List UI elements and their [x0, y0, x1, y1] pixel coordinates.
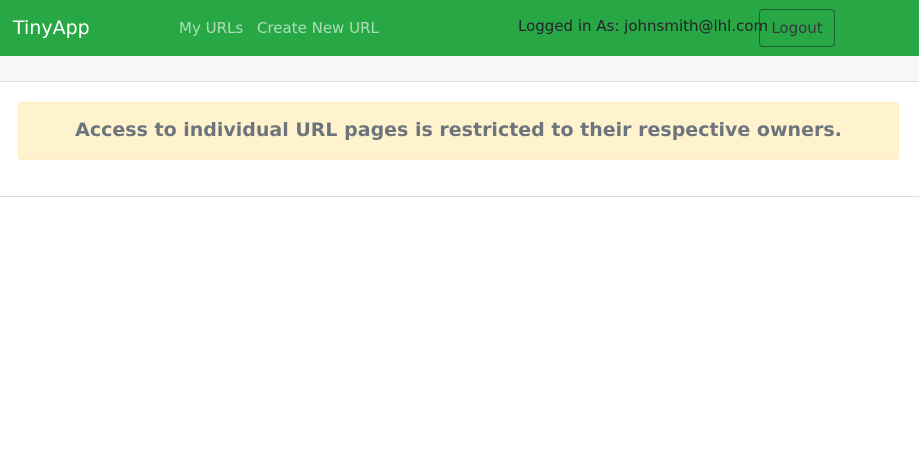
access-restricted-alert: Access to individual URL pages is restri…: [18, 102, 899, 160]
nav-link-my-urls[interactable]: My URLs: [179, 18, 243, 38]
brand-link[interactable]: TinyApp: [13, 15, 90, 41]
divider: [0, 196, 919, 197]
alert-message: Access to individual URL pages is restri…: [75, 119, 842, 141]
logout-button[interactable]: Logout: [759, 9, 835, 47]
top-navbar: TinyApp My URLs Create New URL Logged in…: [0, 0, 919, 56]
subheader-bar: [0, 56, 919, 82]
nav-link-create-new-url[interactable]: Create New URL: [257, 18, 379, 38]
logged-in-status: Logged in As: johnsmith@lhl.com: [518, 17, 769, 35]
